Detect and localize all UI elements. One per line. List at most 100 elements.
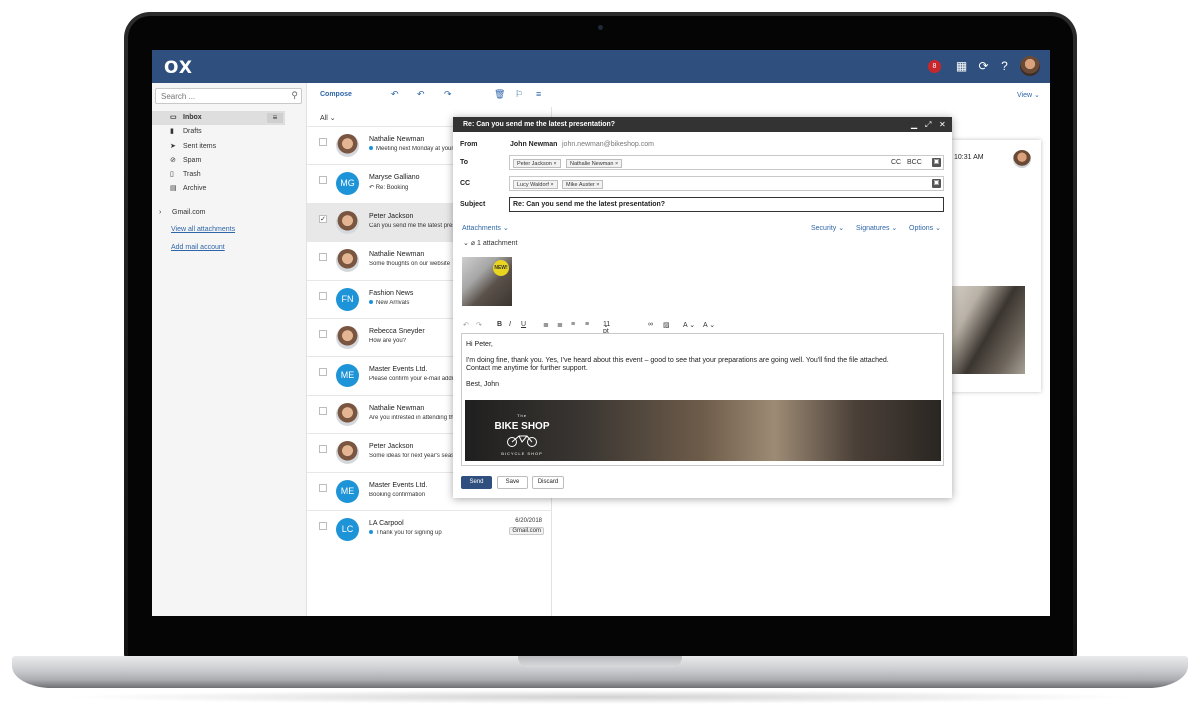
user-avatar[interactable] [1020,56,1040,76]
row-checkbox[interactable] [319,138,327,146]
spam-icon: ⊘ [170,156,176,164]
attachment-summary[interactable]: ⌄ ⌀ 1 attachment [463,239,517,247]
help-icon[interactable]: ? [997,59,1012,74]
bookmark-icon[interactable]: ⚐ [515,89,523,100]
row-checkbox[interactable] [319,406,327,415]
row-checkbox[interactable] [319,368,327,377]
folder-label: Sent items [183,142,217,150]
options-dropdown[interactable]: Options ⌄ [909,224,941,232]
minimize-icon[interactable]: ▁ [911,117,917,132]
recipient-chip[interactable]: Nathalie Newman × [566,159,623,168]
reply-icon[interactable]: ↶ [391,89,399,100]
background-color-icon[interactable]: A ⌄ [703,321,715,329]
folder-archive[interactable]: ▤ Archive [152,182,307,196]
folder-list: ▭ Inbox ≡ ▮ Drafts ➤ Sent items ⊘ Spam ▯… [152,111,307,197]
close-icon[interactable]: ✕ [939,117,946,132]
account-gmail[interactable]: › Gmail.com [152,207,205,219]
search-box[interactable]: ⚲ [155,88,302,104]
folder-drafts[interactable]: ▮ Drafts [152,125,307,139]
chevron-right-icon[interactable]: › [159,207,161,219]
top-bar: OX 8 ▦ ⟳ ? [152,50,1050,83]
avatar [336,402,359,426]
subject-text: Re: Booking [375,185,409,192]
message-row[interactable]: LC LA Carpool Thank you for signing up 6/20… [307,510,552,548]
italic-icon[interactable]: I [509,321,511,328]
screen: OX 8 ▦ ⟳ ? ⚲ ▭ Inbox ≡ ▮ Drafts ➤ Sent i… [152,50,1050,616]
folder-spam[interactable]: ⊘ Spam [152,154,307,168]
outdent-icon[interactable]: ≡ [571,321,575,328]
sender-name: Nathalie Newman [369,136,425,143]
inbox-icon: ▭ [170,114,177,121]
forward-icon[interactable]: ↷ [444,89,452,100]
image-icon[interactable]: ▨ [663,321,670,329]
send-button[interactable]: Send [461,476,492,489]
laptop-notch [518,656,682,667]
cc-toggle[interactable]: CC [891,159,901,166]
expand-icon[interactable]: ⤢ [925,117,931,132]
subject-input[interactable]: Re: Can you send me the latest presentat… [509,197,944,212]
row-checkbox[interactable] [319,330,327,338]
bullet-list-icon[interactable]: ≣ [543,321,549,329]
more-actions-icon[interactable]: ≡ [536,89,541,99]
indent-icon[interactable]: ≡ [585,321,589,328]
folder-menu-icon[interactable]: ≡ [267,113,283,123]
row-checkbox[interactable] [319,291,327,300]
attachments-dropdown[interactable]: Attachments ⌄ [462,224,509,232]
laptop-camera [598,25,603,30]
row-checkbox[interactable]: ✓ [319,214,327,223]
bold-icon[interactable]: B [497,321,502,328]
row-checkbox[interactable] [319,483,327,492]
ox-logo: OX [164,58,193,78]
folder-inbox[interactable]: ▭ Inbox ≡ [152,111,285,126]
cc-field[interactable]: Lucy Waldorf × Mike Auster × ▣ [509,176,944,191]
subject-preview: Please confirm your e-mail address [369,376,455,382]
notification-badge[interactable]: 8 [928,60,941,73]
email-image [943,286,1025,374]
message-editor[interactable]: Hi Peter, I'm doing fine, thank you. Yes… [461,333,944,466]
add-mail-account-link[interactable]: Add mail account [171,244,225,251]
refresh-icon[interactable]: ⟳ [976,59,991,74]
link-icon[interactable]: ∞ [648,321,653,328]
signatures-dropdown[interactable]: Signatures ⌄ [856,224,897,232]
subject-preview: Thank you for signing up [369,530,455,536]
underline-icon[interactable]: U [521,321,526,328]
folder-trash[interactable]: ▯ Trash [152,168,307,182]
save-button[interactable]: Save [497,476,528,489]
subject-text: Can you send me the latest presentation? [369,222,455,229]
reply-all-icon[interactable]: ↶ [417,89,425,100]
discard-button[interactable]: Discard [532,476,564,489]
bcc-toggle[interactable]: BCC [907,159,922,166]
address-book-icon[interactable]: ▣ [932,179,941,188]
recipient-chip[interactable]: Mike Auster × [562,180,604,189]
row-checkbox[interactable] [319,445,327,454]
list-filter-dropdown[interactable]: All ⌄ [320,114,336,122]
app-launcher-icon[interactable]: ▦ [954,59,969,74]
list-toolbar: Compose ↶ ↶ ↷ 🗑 ⚐ ≡ View ⌄ [307,83,1050,107]
delete-icon[interactable]: 🗑 [494,89,505,100]
redo-icon[interactable]: ↷ [476,321,482,329]
row-checkbox[interactable] [319,522,327,530]
font-color-icon[interactable]: A ⌄ [683,321,695,329]
chevron-down-icon[interactable]: ⌄ [463,240,469,247]
recipient-chip[interactable]: Lucy Waldorf × [513,180,558,189]
address-book-icon[interactable]: ▣ [932,158,941,167]
row-checkbox[interactable] [319,253,327,262]
paperclip-icon: ⌀ [470,240,476,247]
search-input[interactable] [156,89,276,103]
view-all-attachments-link[interactable]: View all attachments [171,226,235,233]
from-email[interactable]: john.newman@bikeshop.com [562,141,654,148]
font-size-dropdown[interactable]: 11 pt ⌄ [603,321,610,335]
search-icon[interactable]: ⚲ [291,90,298,101]
attachment-thumbnail[interactable]: NEW! [462,257,512,306]
security-dropdown[interactable]: Security ⌄ [811,224,844,232]
to-field[interactable]: Peter Jackson × Nathalie Newman × CC BCC… [509,155,944,170]
undo-icon[interactable]: ↶ [463,321,469,329]
numbered-list-icon[interactable]: ≣ [557,321,563,329]
compose-button[interactable]: Compose [320,91,352,98]
view-dropdown[interactable]: View ⌄ [1017,91,1040,99]
row-checkbox[interactable] [319,176,327,185]
body-signoff: Best, John [466,381,500,388]
laptop-shadow [60,690,1140,704]
folder-sent[interactable]: ➤ Sent items [152,140,307,154]
recipient-chip[interactable]: Peter Jackson × [513,159,561,168]
